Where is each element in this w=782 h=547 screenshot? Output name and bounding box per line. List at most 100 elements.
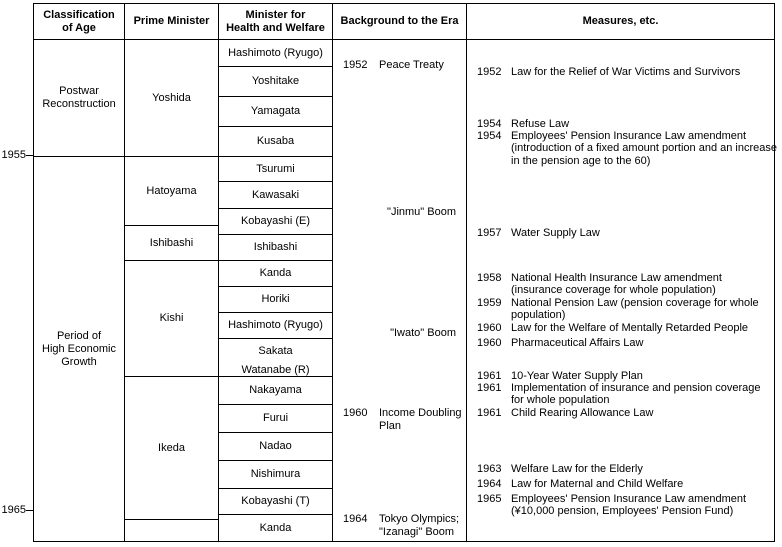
measures-entry-9-year: 1961 <box>477 382 502 394</box>
minister-cell-11: Sakata <box>258 345 293 357</box>
minister-cell-5: Kawasaki <box>251 188 300 201</box>
measures-entry-4-year: 1958 <box>477 272 502 284</box>
measures-entry-1-text: Refuse Law <box>511 118 570 130</box>
measures-entry-10-year: 1961 <box>477 407 502 419</box>
year-tick-label-1965: 1965 <box>1 504 26 516</box>
classification-highgrowth-line2: High Economic <box>42 343 116 355</box>
background-entry-4-cont: "Izanagi" Boom <box>379 526 455 538</box>
year-tick-label-1955: 1955 <box>1 149 26 161</box>
classification-cell-postwar: Postwar Reconstruction <box>34 40 124 156</box>
header-minister-line1: Minister for <box>245 8 306 21</box>
classification-highgrowth-line3: Growth <box>61 356 97 368</box>
measures-entry-11: 1963 Welfare Law for the Elderly <box>477 463 643 475</box>
measures-entry-2-year: 1954 <box>477 130 502 142</box>
measures-entry-9-cont-0: for whole population <box>511 394 610 407</box>
background-entry-4: 1964 Tokyo Olympics; "Izanagi" Boom <box>343 513 459 539</box>
background-entry-4-year: 1964 <box>343 513 368 525</box>
minister-cell-16: Nishimura <box>250 468 301 480</box>
measures-entry-2-text: Employees' Pension Insurance Law amendme… <box>511 130 747 142</box>
pm-cell-yoshida: Yoshida <box>152 91 191 104</box>
measures-entry-13-cont-0: (¥10,000 pension, Employees' Pension Fun… <box>511 505 734 518</box>
measures-entry-5: 1959 National Pension Law (pension covera… <box>477 297 759 322</box>
measures-entry-13-text: Employees' Pension Insurance Law amendme… <box>511 493 747 505</box>
minister-cell-6: Kobayashi (E) <box>240 215 311 227</box>
measures-entry-7-year: 1960 <box>477 337 502 349</box>
minister-cell-15: Nadao <box>259 440 292 452</box>
measures-entry-5-year: 1959 <box>477 297 502 309</box>
minister-cell-7: Ishibashi <box>253 241 298 253</box>
measures-entry-3-year: 1957 <box>477 227 502 239</box>
background-entry-4-text: Tokyo Olympics; <box>379 513 460 525</box>
minister-cell-17: Kobayashi (T) <box>241 495 310 507</box>
pm-cell-kishi: Kishi <box>159 312 184 324</box>
header-classification: Classification of Age <box>34 4 124 39</box>
minister-cell-18: Kanda <box>259 522 292 534</box>
measures-entry-8: 1961 10-Year Water Supply Plan <box>477 370 643 382</box>
measures-entry-0-text: Law for the Relief of War Victims and Su… <box>511 66 741 78</box>
measures-entry-12-text: Law for Maternal and Child Welfare <box>511 478 684 490</box>
minister-cell-4: Tsurumi <box>256 162 295 175</box>
background-entry-3-text: Income Doubling <box>379 407 462 419</box>
header-classification-line2: of Age <box>62 21 96 34</box>
measures-entry-6-text: Law for the Welfare of Mentally Retarded… <box>511 322 749 334</box>
measures-entry-6: 1960 Law for the Welfare of Mentally Reta… <box>477 322 748 334</box>
measures-entry-3: 1957 Water Supply Law <box>477 227 600 239</box>
measures-entry-10: 1961 Child Rearing Allowance Law <box>477 407 653 419</box>
minister-cell-14: Furui <box>262 412 289 424</box>
measures-entry-6-year: 1960 <box>477 322 502 334</box>
pm-cell-ishibashi: Ishibashi <box>149 236 194 249</box>
measures-entry-10-text: Child Rearing Allowance Law <box>511 407 654 419</box>
measures-entry-4-cont-0: (insurance coverage for whole population… <box>511 284 716 297</box>
header-minister-line2: Health and Welfare <box>226 21 325 34</box>
history-table: Classification of Age Prime Minister Min… <box>33 3 777 542</box>
minister-cell-13: Nakayama <box>249 384 302 396</box>
minister-cell-12: Watanabe (R) <box>241 365 310 376</box>
year-tick-mark-1955 <box>26 155 33 156</box>
classification-highgrowth-line1: Period of <box>56 330 101 342</box>
measures-entry-7-text: Pharmaceutical Affairs Law <box>511 337 644 349</box>
table-figure: 1955 1965 Classification of Age Prime Mi… <box>0 0 782 547</box>
background-entry-3-year: 1960 <box>343 407 368 419</box>
measures-entry-2-cont-0: (introduction of a fixed amount portion … <box>511 142 777 155</box>
measures-entry-7: 1960 Pharmaceutical Affairs Law <box>477 337 643 349</box>
measures-entry-5-text: National Pension Law (pension coverage f… <box>511 297 759 309</box>
background-entry-0-year: 1952 <box>343 59 368 71</box>
pm-cell-ikeda: Ikeda <box>158 441 185 454</box>
classification-postwar-line1: Postwar <box>59 85 99 97</box>
measures-entry-0: 1952 Law for the Relief of War Victims an… <box>477 66 740 78</box>
background-entry-3: 1960 Income Doubling Plan <box>343 407 462 433</box>
measures-entry-0-year: 1952 <box>477 66 502 78</box>
background-entry-0: 1952 Peace Treaty <box>343 59 444 72</box>
classification-cell-highgrowth: Period of High Economic Growth <box>34 157 124 542</box>
header-minister: Minister for Health and Welfare <box>219 4 332 39</box>
minister-cell-9: Horiki <box>261 293 290 305</box>
measures-entry-13: 1965 Employees' Pension Insurance Law ame… <box>477 493 746 518</box>
measures-entry-12-year: 1964 <box>477 478 502 490</box>
measures-entry-3-text: Water Supply Law <box>511 227 600 239</box>
measures-entry-11-year: 1963 <box>477 463 502 475</box>
background-entry-3-cont: Plan <box>379 420 402 432</box>
header-measures: Measures, etc. <box>582 15 659 27</box>
measures-entry-12: 1964 Law for Maternal and Child Welfare <box>477 478 683 490</box>
column-rule-3 <box>332 4 333 542</box>
year-tick-mark-1965 <box>26 510 33 511</box>
pm-cell-empty <box>125 520 218 542</box>
measures-entry-4: 1958 National Health Insurance Law amendm… <box>477 272 722 297</box>
minister-cell-0: Hashimoto (Ryugo) <box>228 46 323 59</box>
measures-entry-5-cont-0: population) <box>511 309 566 322</box>
background-entry-1: "Jinmu" Boom <box>387 205 456 218</box>
header-prime-minister: Prime Minister <box>133 15 210 27</box>
classification-postwar-line2: Reconstruction <box>42 98 116 110</box>
measures-entry-11-text: Welfare Law for the Elderly <box>511 463 643 475</box>
measures-entry-1: 1954 Refuse Law <box>477 118 569 130</box>
background-entry-2: "Iwato" Boom <box>390 326 456 339</box>
minister-cell-8: Kanda <box>259 267 292 279</box>
pm-cell-hatoyama: Hatoyama <box>146 184 197 197</box>
measures-entry-9: 1961 Implementation of insurance and pens… <box>477 382 761 407</box>
background-entry-0-text: Peace Treaty <box>379 59 444 71</box>
header-background: Background to the Era <box>340 15 459 27</box>
measures-entry-2-cont-1: in the pension age to the 60) <box>511 154 651 167</box>
measures-entry-8-year: 1961 <box>477 370 502 382</box>
column-rule-4 <box>466 4 467 542</box>
minister-cell-3: Kusaba <box>256 135 295 147</box>
